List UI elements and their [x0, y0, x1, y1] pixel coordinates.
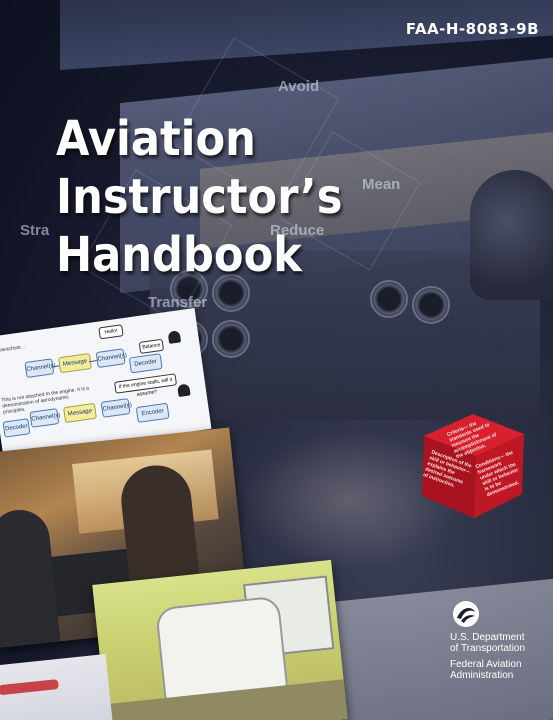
- instructor: [0, 506, 62, 648]
- diagram-box: Channel(s): [100, 398, 132, 418]
- gauge: [370, 280, 408, 318]
- person-silhouette: [167, 330, 182, 344]
- diagram-box: Channel(s): [95, 348, 127, 369]
- diagram-box: Decoder: [2, 418, 31, 438]
- title-line-2: Handbook: [56, 227, 302, 283]
- gauge: [412, 286, 450, 324]
- diagram-arrow: [88, 360, 97, 363]
- diagram-box: Decoder: [128, 353, 163, 374]
- speech-bubble: Balance: [138, 338, 165, 354]
- diagram-box: Channel(s): [29, 408, 61, 428]
- diagram-box: Channel(s): [24, 358, 56, 379]
- page-title: Aviation Instructor’s Handbook: [56, 110, 503, 284]
- dept-line-2: of Transportation: [450, 643, 526, 654]
- overlay-word: Transfer: [148, 294, 208, 311]
- dept-line-1: U.S. Department: [450, 632, 525, 643]
- overlay-word: Stra: [20, 222, 50, 239]
- chart-stripe: [0, 679, 59, 696]
- diagram-caption: If parachute...: [0, 343, 26, 354]
- flight-simulator-photo: [92, 559, 348, 720]
- person-silhouette: [177, 383, 191, 398]
- agency-credit: U.S. Department of Transportation Federa…: [450, 632, 525, 681]
- learning-objective-cube: Criteria— the standards used to measure …: [418, 412, 528, 522]
- chart-fragment: [0, 653, 114, 720]
- dot-logo-icon: [452, 600, 480, 628]
- admin-line-2: Administration: [450, 670, 514, 681]
- gauge: [212, 320, 250, 358]
- handbook-cover: Avoid Mean Reduce Transfer Stra FAA-H-80…: [0, 0, 553, 720]
- publication-number: FAA-H-8083-9B: [405, 20, 539, 38]
- diagram-box: Encoder: [135, 402, 170, 423]
- diagram-box: Message: [58, 352, 92, 374]
- speech-bubble: If the engine stalls, will it assume?: [113, 373, 178, 398]
- diagram-box: Message: [63, 402, 97, 424]
- admin-line-1: Federal Aviation: [450, 659, 522, 670]
- title-line-1: Aviation Instructor’s: [56, 111, 343, 225]
- overlay-word: Avoid: [278, 78, 320, 95]
- speech-bubble: Hello!: [98, 324, 124, 340]
